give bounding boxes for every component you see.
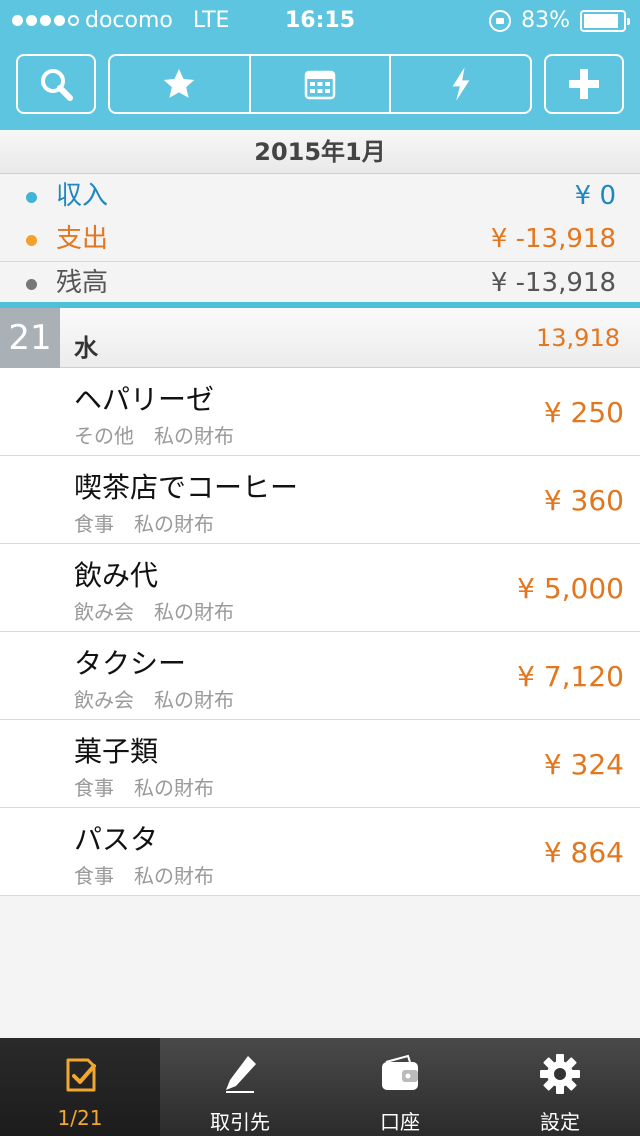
item-category: 飲み会: [74, 600, 134, 624]
item-name: 菓子類: [74, 735, 159, 768]
day-header: 21 水 13,918: [0, 308, 640, 368]
transaction-list: ヘパリーゼ その他 私の財布 ¥ 250 喫茶店でコーヒー 食事 私の財布 ¥ …: [0, 368, 640, 896]
list-item[interactable]: タクシー 飲み会 私の財布 ¥ 7,120: [0, 632, 640, 720]
tab-settings[interactable]: 設定: [480, 1038, 640, 1136]
item-account: 私の財布: [134, 776, 214, 800]
item-category: 食事: [74, 864, 114, 888]
star-icon: [164, 69, 195, 98]
expense-bullet: [26, 235, 37, 246]
search-button[interactable]: [16, 54, 96, 114]
item-category: 飲み会: [74, 688, 134, 712]
item-meta: 食事 私の財布: [74, 772, 214, 801]
month-title: 2015年1月: [0, 130, 640, 174]
quick-entry-button[interactable]: [391, 56, 530, 112]
tab-accounts[interactable]: 口座: [320, 1038, 480, 1136]
balance-row: 残高 ¥ -13,918: [0, 261, 640, 305]
day-weekday: 水: [74, 334, 98, 362]
search-icon: [41, 69, 73, 101]
list-item[interactable]: ヘパリーゼ その他 私の財布 ¥ 250: [0, 368, 640, 456]
pen-icon: [226, 1056, 256, 1093]
plus-icon: [569, 69, 599, 99]
balance-value: ¥ -13,918: [490, 268, 616, 298]
item-name: タクシー: [74, 647, 187, 680]
item-account: 私の財布: [134, 864, 214, 888]
item-meta: 食事 私の財布: [74, 508, 214, 537]
item-account: 私の財布: [134, 512, 214, 536]
item-name: 喫茶店でコーヒー: [74, 471, 299, 504]
item-meta: 食事 私の財布: [74, 860, 214, 889]
status-bar: docomo LTE 16:15 83%: [0, 0, 640, 40]
item-amount: ¥ 5,000: [517, 572, 624, 605]
view-segment-group: [108, 54, 532, 114]
tab-bar: 1/21 取引先 口座 設定: [0, 1038, 640, 1136]
item-name: ヘパリーゼ: [74, 383, 215, 416]
status-right: 83%: [489, 8, 630, 33]
rotation-lock-icon: [489, 9, 512, 32]
item-amount: ¥ 864: [543, 836, 624, 869]
expense-row: 支出 ¥ -13,918: [0, 218, 640, 261]
income-value: ¥ 0: [574, 181, 616, 211]
battery-icon: [580, 9, 630, 32]
calendar-icon: [304, 70, 336, 100]
month-summary: 収入 ¥ 0 支出 ¥ -13,918 残高 ¥ -13,918: [0, 175, 640, 305]
item-meta: 飲み会 私の財布: [74, 596, 234, 625]
calendar-button[interactable]: [251, 56, 392, 112]
add-button[interactable]: [544, 54, 624, 114]
item-amount: ¥ 360: [543, 484, 624, 517]
income-label: 収入: [56, 181, 109, 211]
item-name: パスタ: [74, 823, 159, 856]
item-meta: 飲み会 私の財布: [74, 684, 234, 713]
item-category: 食事: [74, 512, 114, 536]
item-category: 食事: [74, 776, 114, 800]
favorites-button[interactable]: [110, 56, 251, 112]
item-account: 私の財布: [154, 424, 234, 448]
journal-check-icon: [66, 1058, 96, 1092]
day-number: 21: [0, 308, 60, 368]
top-bar: docomo LTE 16:15 83%: [0, 0, 640, 130]
toolbar: [0, 54, 640, 114]
expense-label: 支出: [56, 224, 109, 254]
tab-settings-label: 設定: [540, 1110, 580, 1134]
income-row: 収入 ¥ 0: [0, 175, 640, 218]
item-amount: ¥ 7,120: [517, 660, 624, 693]
tab-payees[interactable]: 取引先: [160, 1038, 320, 1136]
balance-bullet: [26, 279, 37, 290]
balance-label: 残高: [56, 268, 109, 298]
item-account: 私の財布: [154, 600, 234, 624]
item-account: 私の財布: [154, 688, 234, 712]
tab-payees-label: 取引先: [210, 1110, 270, 1134]
day-total: 13,918: [536, 324, 620, 352]
tab-accounts-label: 口座: [380, 1110, 420, 1134]
list-item[interactable]: 飲み代 飲み会 私の財布 ¥ 5,000: [0, 544, 640, 632]
item-name: 飲み代: [74, 559, 159, 592]
list-item[interactable]: 菓子類 食事 私の財布 ¥ 324: [0, 720, 640, 808]
item-amount: ¥ 324: [543, 748, 624, 781]
battery-percent: 83%: [521, 8, 570, 33]
list-item[interactable]: パスタ 食事 私の財布 ¥ 864: [0, 808, 640, 896]
wallet-icon: [382, 1054, 418, 1090]
lightning-icon: [452, 67, 470, 101]
tab-journal[interactable]: 1/21: [0, 1038, 160, 1136]
income-bullet: [26, 192, 37, 203]
item-category: その他: [74, 424, 134, 448]
expense-value: ¥ -13,918: [490, 224, 616, 254]
tab-journal-label: 1/21: [57, 1106, 103, 1130]
item-amount: ¥ 250: [543, 396, 624, 429]
gear-icon: [540, 1054, 580, 1094]
item-meta: その他 私の財布: [74, 420, 234, 449]
list-item[interactable]: 喫茶店でコーヒー 食事 私の財布 ¥ 360: [0, 456, 640, 544]
